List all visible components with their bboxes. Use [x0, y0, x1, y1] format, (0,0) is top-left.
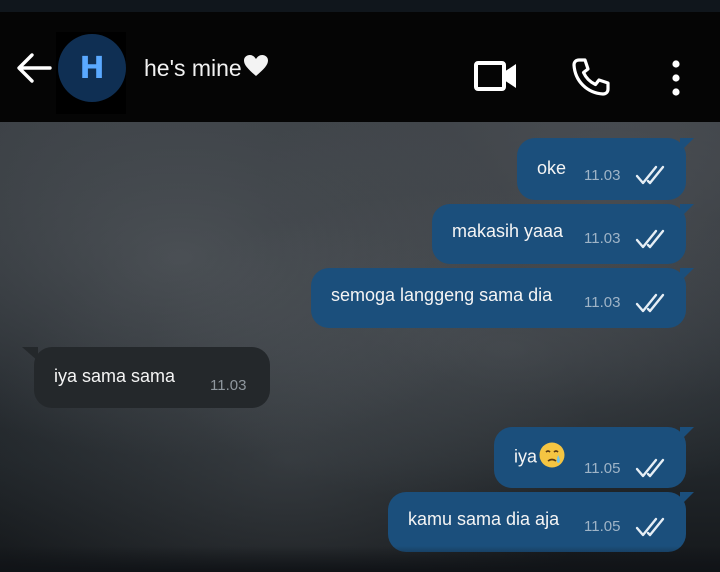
message-text: semoga langgeng sama dia [331, 285, 553, 305]
status-bar [0, 0, 720, 12]
message-text: makasih yaaa [452, 221, 564, 241]
message-text: oke [537, 158, 567, 178]
white-heart-emoji [243, 54, 269, 86]
message-text: iya [514, 446, 538, 467]
message-bubble[interactable]: semoga langgeng sama dia 11.03 [311, 268, 694, 328]
message-bubble[interactable]: makasih yaaa 11.03 [432, 204, 694, 264]
message-bubble[interactable]: kamu sama dia aja 11.05 [388, 492, 694, 552]
message-bubble[interactable]: oke 11.03 [517, 138, 694, 200]
message-text: iya sama sama [54, 366, 176, 386]
message-time: 11.03 [584, 230, 621, 247]
double-check-icon [635, 165, 665, 185]
arrow-left-icon [17, 53, 52, 83]
video-call-button[interactable] [473, 58, 519, 94]
back-button[interactable] [14, 52, 54, 84]
crying-face-emoji [538, 441, 566, 474]
double-check-icon [635, 229, 665, 249]
double-check-icon [635, 517, 665, 537]
video-call-icon [474, 61, 516, 91]
contact-name: he's mine [144, 55, 242, 81]
message-bubble[interactable]: iya 11.05 [494, 427, 694, 488]
chat-header: H he's mine [0, 12, 720, 122]
more-vertical-icon [672, 60, 680, 96]
message-time: 11.03 [584, 167, 621, 184]
message-time: 11.05 [584, 518, 621, 535]
message-bubble[interactable]: iya sama sama 11.03 [22, 347, 270, 408]
voice-call-icon [572, 58, 610, 96]
message-time: 11.03 [584, 294, 621, 311]
double-check-icon [635, 458, 665, 478]
message-text-row: iya [514, 441, 566, 474]
contact-name-button[interactable]: he's mine [144, 52, 269, 84]
message-time: 11.05 [584, 460, 621, 477]
contact-avatar-button[interactable]: H [56, 32, 126, 114]
voice-call-button[interactable] [570, 56, 612, 98]
wallpaper-horizon [0, 546, 720, 572]
avatar: H [58, 34, 126, 102]
message-time: 11.03 [210, 377, 247, 394]
message-list[interactable]: oke 11.03 makasih yaaa 11.03 semoga lang… [0, 122, 720, 572]
message-text: kamu sama dia aja [408, 509, 560, 529]
double-check-icon [635, 293, 665, 313]
more-options-button[interactable] [666, 58, 686, 98]
